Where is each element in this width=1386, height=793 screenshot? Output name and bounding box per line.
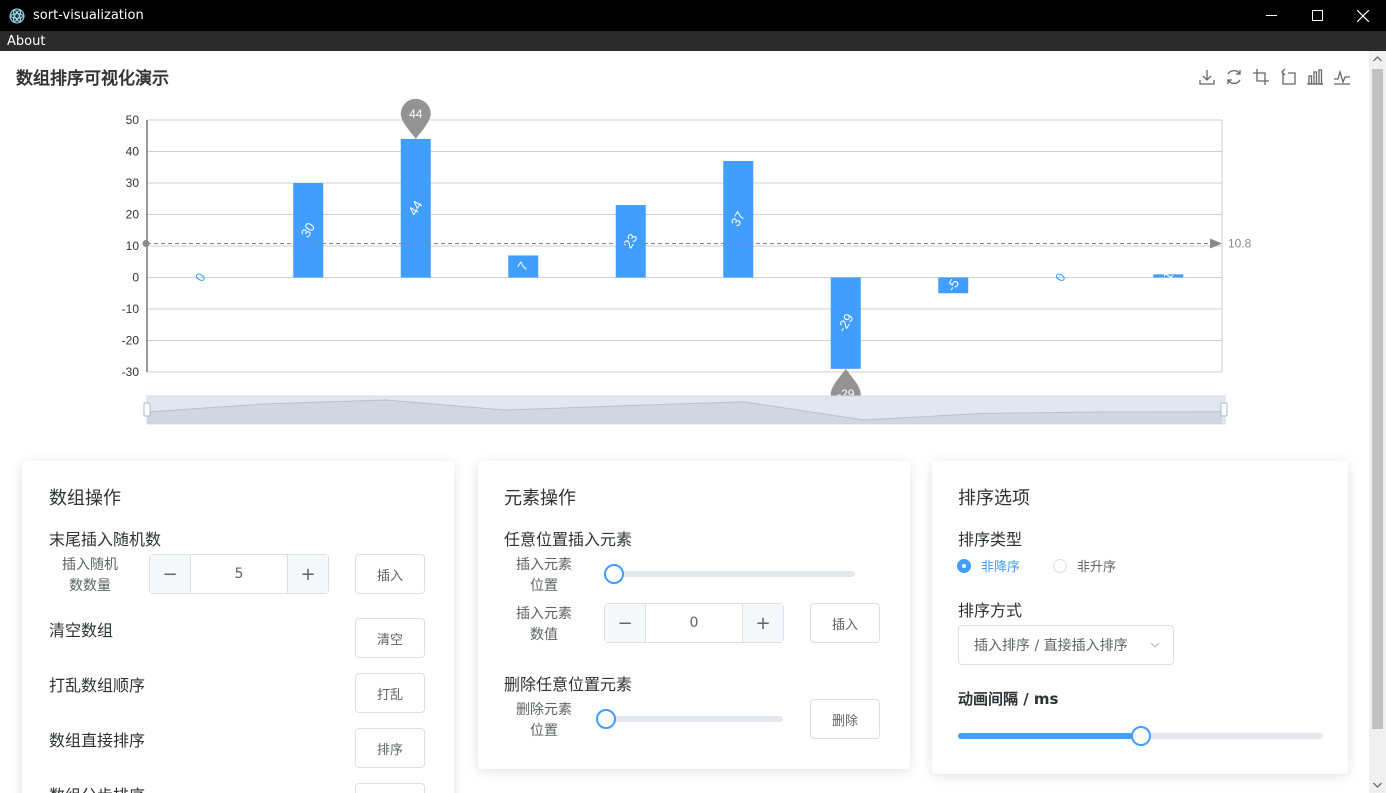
shuffle-button[interactable]: 打乱 xyxy=(355,673,425,713)
scroll-down-icon[interactable] xyxy=(1369,777,1386,793)
radio-non-ascending-label: 非升序 xyxy=(1077,560,1117,575)
clear-heading: 清空数组 xyxy=(49,621,114,640)
insert-value-stepper: − 0 + xyxy=(604,603,784,643)
count-label-line2: 数数量 xyxy=(69,578,111,594)
bar-value-label: 1 xyxy=(1160,269,1177,283)
insert-position-track xyxy=(604,571,855,577)
radio-checked-icon xyxy=(957,558,971,573)
electron-app-icon xyxy=(9,8,25,23)
insert-pos-label: 插入元素 位置 xyxy=(504,555,584,597)
direct-sort-heading: 数组直接排序 xyxy=(49,731,146,750)
delete-position-handle[interactable] xyxy=(596,709,616,729)
delete-position-track xyxy=(596,716,783,722)
radio-unchecked-icon xyxy=(1053,558,1067,573)
menu-bar: About xyxy=(0,31,1386,51)
insert-value-input[interactable]: 0 xyxy=(646,604,742,642)
average-value-label: 10.8 xyxy=(1228,236,1252,250)
insert-val-label-line2: 数值 xyxy=(530,627,558,643)
max-mark-point: 44 xyxy=(400,98,431,139)
insert-heading: 任意位置插入元素 xyxy=(504,530,633,549)
max-mark-point-label: 44 xyxy=(409,107,423,121)
bar-chart: 50403020100-10-20-300304472337-29-5 0 110.… xyxy=(122,98,1252,425)
sort-method-value: 插入排序 / 直接插入排序 xyxy=(974,638,1128,654)
insert-val-label: 插入元素 数值 xyxy=(504,604,584,646)
sort-type-heading: 排序类型 xyxy=(958,530,1023,549)
insert-value-increase-button[interactable]: + xyxy=(742,604,783,642)
menu-about[interactable]: About xyxy=(0,34,52,49)
insert-pos-label-line1: 插入元素 xyxy=(516,557,572,573)
datazoom-left-handle xyxy=(143,402,151,417)
delete-position-slider[interactable] xyxy=(596,709,783,729)
y-tick-label: 0 xyxy=(132,271,139,285)
delete-element-button[interactable]: 删除 xyxy=(810,699,880,739)
delete-pos-label: 删除元素 位置 xyxy=(504,700,584,742)
shuffle-heading: 打乱数组顺序 xyxy=(49,676,146,695)
y-tick-label: -10 xyxy=(122,302,140,316)
radio-non-descending[interactable]: 非降序 xyxy=(957,556,1020,575)
append-random-heading: 末尾插入随机数 xyxy=(49,530,162,549)
scroll-up-icon[interactable] xyxy=(1369,51,1386,67)
vertical-scrollbar[interactable] xyxy=(1369,51,1386,793)
minimize-icon xyxy=(1265,15,1277,16)
chevron-down-icon xyxy=(1150,642,1160,648)
element-ops-title: 元素操作 xyxy=(504,488,576,509)
average-line-arrow xyxy=(1210,238,1222,249)
count-label-line1: 插入随机 xyxy=(62,557,118,573)
count-label: 插入随机 数数量 xyxy=(50,555,130,597)
element-ops-card: 元素操作 任意位置插入元素 插入元素 位置 插入元素 数值 − 0 + 插入 删… xyxy=(478,461,910,769)
step-sort-heading: 数组分步排序 xyxy=(49,782,145,793)
delete-pos-label-line2: 位置 xyxy=(530,723,558,739)
array-ops-title: 数组操作 xyxy=(49,488,121,509)
main-content: 数组排序可视化演示 50 40 30 20 10 0 -10 -20 -30 0 30 44 7 23 37… xyxy=(0,51,1369,793)
maximize-icon xyxy=(1311,10,1323,21)
y-tick-label: 20 xyxy=(126,208,140,222)
y-tick-label: 40 xyxy=(126,145,140,159)
radio-non-ascending[interactable]: 非升序 xyxy=(1053,556,1116,575)
average-line-start xyxy=(142,239,150,247)
bar-value-label: 0 xyxy=(192,270,209,284)
count-increase-button[interactable]: + xyxy=(287,555,328,593)
y-tick-label: 10 xyxy=(126,239,140,253)
insert-position-slider[interactable] xyxy=(604,564,855,584)
datazoom-right-handle xyxy=(1220,402,1228,417)
window-titlebar: sort-visualization xyxy=(0,0,1386,31)
sort-options-title: 排序选项 xyxy=(958,488,1030,509)
sort-method-select[interactable]: 插入排序 / 直接插入排序 xyxy=(958,625,1174,665)
delete-pos-label-line1: 删除元素 xyxy=(516,702,572,718)
window-title: sort-visualization xyxy=(33,8,144,23)
y-tick-label: -30 xyxy=(122,365,140,379)
interval-heading: 动画间隔 / ms xyxy=(958,690,1059,708)
maximize-button[interactable] xyxy=(1294,0,1340,31)
close-button[interactable] xyxy=(1340,0,1386,31)
y-tick-label: -20 xyxy=(122,334,140,348)
scrollbar-thumb[interactable] xyxy=(1372,69,1383,729)
insert-position-handle[interactable] xyxy=(604,564,624,584)
radio-non-descending-label: 非降序 xyxy=(981,560,1021,575)
insert-pos-label-line2: 位置 xyxy=(530,578,558,594)
y-tick-label: 30 xyxy=(126,176,140,190)
array-ops-card: 数组操作 末尾插入随机数 插入随机 数数量 − 5 + 插入 清空数组 清空 打… xyxy=(22,461,454,793)
insert-value-decrease-button[interactable]: − xyxy=(605,604,646,642)
count-input[interactable]: 5 xyxy=(191,555,287,593)
bar-value-label: 0 xyxy=(1052,270,1069,284)
direct-sort-button[interactable]: 排序 xyxy=(355,728,425,768)
sort-method-heading: 排序方式 xyxy=(958,601,1023,620)
interval-handle[interactable] xyxy=(1130,726,1151,746)
sort-options-card: 排序选项 排序类型 非降序 非升序 排序方式 插入排序 / 直接插入排序 动画间… xyxy=(932,461,1348,774)
append-button[interactable]: 插入 xyxy=(355,554,425,594)
close-icon xyxy=(1357,9,1369,22)
delete-heading: 删除任意位置元素 xyxy=(504,675,633,694)
step-sort-button[interactable] xyxy=(355,783,425,793)
interval-fill xyxy=(958,733,1141,739)
count-decrease-button[interactable]: − xyxy=(150,555,191,593)
interval-slider[interactable] xyxy=(958,726,1323,746)
clear-button[interactable]: 清空 xyxy=(355,618,425,658)
insert-element-button[interactable]: 插入 xyxy=(810,603,880,643)
minimize-button[interactable] xyxy=(1248,0,1294,31)
count-stepper: − 5 + xyxy=(149,554,329,594)
y-tick-label: 50 xyxy=(126,113,140,127)
insert-val-label-line1: 插入元素 xyxy=(516,606,572,622)
